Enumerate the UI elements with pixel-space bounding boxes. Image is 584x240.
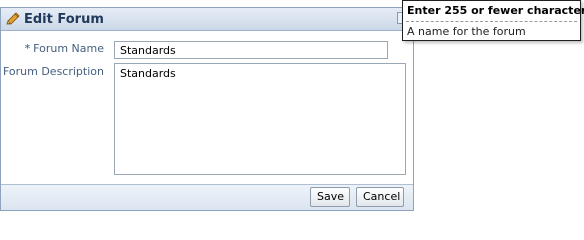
tooltip-body: A name for the forum bbox=[407, 25, 526, 38]
tooltip-title: Enter 255 or fewer characters. bbox=[407, 4, 584, 17]
forum-name-label: * Forum Name bbox=[25, 42, 104, 55]
save-button[interactable]: Save bbox=[310, 187, 350, 207]
forum-name-input[interactable]: Standards bbox=[114, 41, 388, 59]
forum-description-textarea[interactable]: Standards bbox=[114, 63, 406, 175]
forum-name-label-text: Forum Name bbox=[33, 42, 104, 55]
cancel-button[interactable]: Cancel bbox=[356, 187, 404, 207]
edit-forum-dialog: Edit Forum * Forum Name Standards Forum D… bbox=[0, 7, 414, 211]
dialog-titlebar: Edit Forum bbox=[1, 8, 413, 31]
field-tooltip: Enter 255 or fewer characters. A name fo… bbox=[402, 0, 584, 41]
required-marker: * bbox=[24, 42, 31, 55]
tooltip-divider bbox=[406, 21, 577, 22]
dialog-footer: Save Cancel bbox=[1, 184, 413, 210]
forum-description-label: Forum Description bbox=[2, 65, 104, 78]
dialog-title: Edit Forum bbox=[24, 12, 104, 27]
pencil-icon bbox=[5, 11, 21, 27]
